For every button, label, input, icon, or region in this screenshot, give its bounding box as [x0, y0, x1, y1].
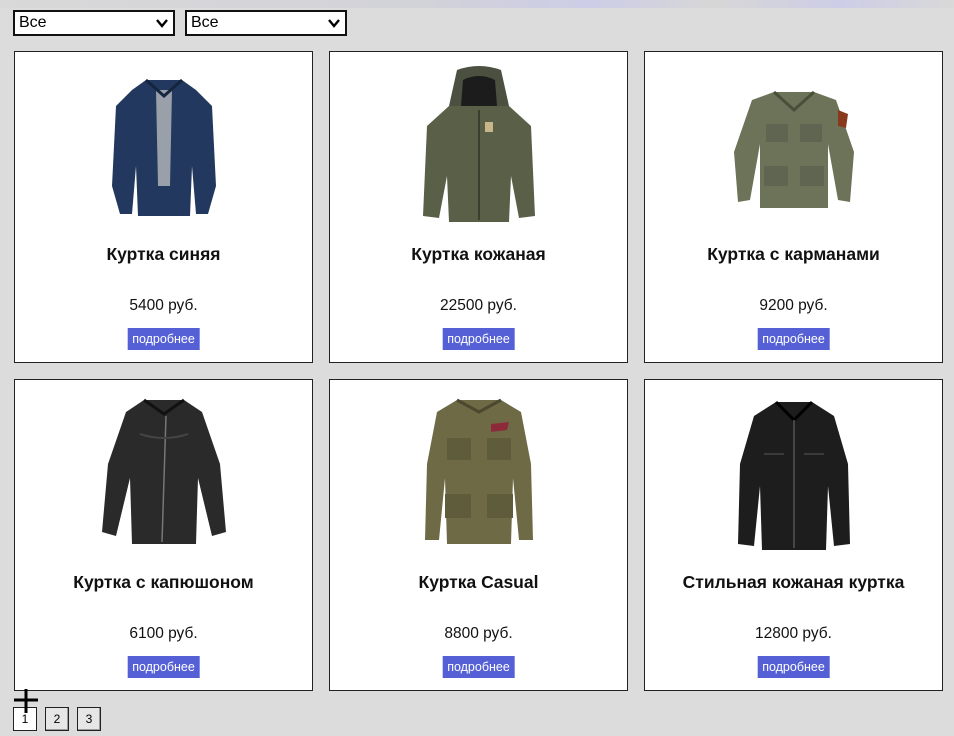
crosshair-cursor-icon — [14, 689, 38, 713]
product-title: Куртка синяя — [106, 244, 221, 264]
product-card: Куртка кожаная 22500 руб. подробнее — [329, 51, 628, 363]
product-image-olive-field-shirt[interactable] — [645, 66, 942, 226]
product-card: Куртка с капюшоном 6100 руб. подробнее — [14, 379, 313, 691]
details-button[interactable]: подробнее — [127, 656, 200, 678]
product-price: 9200 руб. — [759, 297, 828, 314]
navy-jacket-icon — [111, 78, 216, 216]
filter-select-2-value: Все — [191, 14, 219, 31]
olive-field-shirt-icon — [733, 90, 854, 208]
product-title: Куртка кожаная — [411, 244, 546, 264]
khaki-field-jacket-icon — [424, 398, 533, 544]
product-title: Стильная кожаная куртка — [682, 572, 905, 592]
product-price: 6100 руб. — [129, 625, 198, 642]
product-price: 12800 руб. — [755, 625, 832, 642]
filter-select-1-value: Все — [19, 14, 47, 31]
product-price: 8800 руб. — [444, 625, 513, 642]
product-image-black-leather-jacket[interactable] — [645, 394, 942, 554]
details-button[interactable]: подробнее — [442, 656, 515, 678]
product-title: Куртка с карманами — [707, 244, 880, 264]
product-image-navy-jacket[interactable] — [15, 66, 312, 226]
product-card: Стильная кожаная куртка 12800 руб. подро… — [644, 379, 943, 691]
chevron-down-icon — [156, 19, 168, 28]
product-image-black-leather-moto-jacket[interactable] — [15, 394, 312, 554]
olive-hooded-jacket-icon — [422, 66, 535, 222]
product-card: Куртка с карманами 9200 руб. подробнее — [644, 51, 943, 363]
top-decor-band — [0, 0, 954, 8]
product-image-olive-hooded-jacket[interactable] — [330, 66, 627, 226]
details-button[interactable]: подробнее — [757, 328, 830, 350]
product-title: Куртка с капюшоном — [73, 572, 254, 592]
black-leather-moto-jacket-icon — [101, 398, 226, 544]
page-button-2[interactable]: 2 — [45, 707, 69, 731]
product-card: Куртка синяя 5400 руб. подробнее — [14, 51, 313, 363]
page-button-3[interactable]: 3 — [77, 707, 101, 731]
product-image-khaki-field-jacket[interactable] — [330, 394, 627, 554]
product-grid: Куртка синяя 5400 руб. подробнее Куртка … — [14, 51, 943, 691]
details-button[interactable]: подробнее — [757, 656, 830, 678]
chevron-down-icon — [328, 19, 340, 28]
filter-bar: Все Все — [13, 10, 347, 36]
filter-select-2[interactable]: Все — [185, 10, 347, 36]
product-price: 5400 руб. — [129, 297, 198, 314]
product-title: Куртка Casual — [418, 572, 539, 592]
product-price: 22500 руб. — [440, 297, 517, 314]
details-button[interactable]: подробнее — [127, 328, 200, 350]
product-card: Куртка Casual 8800 руб. подробнее — [329, 379, 628, 691]
details-button[interactable]: подробнее — [442, 328, 515, 350]
filter-select-1[interactable]: Все — [13, 10, 175, 36]
black-leather-jacket-icon — [737, 400, 850, 550]
